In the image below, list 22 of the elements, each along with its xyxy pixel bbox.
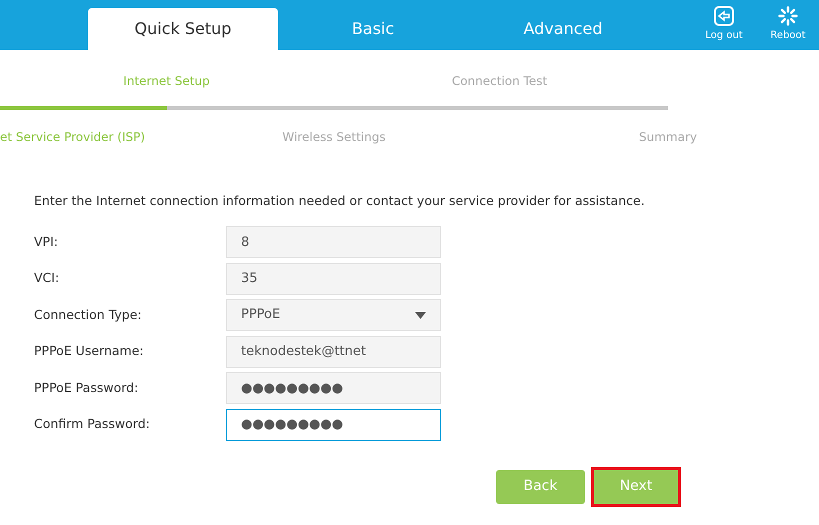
input-field[interactable]: 35 bbox=[226, 262, 441, 294]
field-label: VCI: bbox=[34, 269, 60, 288]
field-label: PPPoE Password: bbox=[34, 378, 140, 397]
field-label: Connection Type: bbox=[34, 306, 143, 324]
step-label: Internet Setup bbox=[122, 73, 211, 90]
select-field[interactable]: PPPoE bbox=[226, 299, 441, 331]
field-label: PPPoE Username: bbox=[34, 342, 145, 360]
instruction-text: Enter the Internet connection information needed or contact your service provider for assistance. bbox=[34, 192, 646, 210]
substep-label: Summary bbox=[638, 129, 698, 146]
logout-icon bbox=[713, 6, 735, 26]
step-label: Connection Test bbox=[450, 73, 548, 90]
spinner-icon bbox=[778, 6, 798, 26]
field-label: Confirm Password: bbox=[34, 415, 151, 434]
nav-tab[interactable]: Quick Setup bbox=[88, 8, 278, 50]
dropdown-caret-icon bbox=[415, 312, 426, 318]
substep-label: et Service Provider (ISP) bbox=[0, 129, 146, 146]
field-label: VPI: bbox=[34, 232, 59, 251]
substep-label: Wireless Settings bbox=[281, 129, 387, 146]
input-field[interactable]: 8 bbox=[226, 226, 441, 258]
input-field[interactable]: ●●●●●●●●● bbox=[226, 408, 441, 440]
input-field[interactable]: ●●●●●●●●● bbox=[226, 372, 441, 404]
input-field[interactable]: teknodestek@ttnet bbox=[226, 336, 441, 368]
